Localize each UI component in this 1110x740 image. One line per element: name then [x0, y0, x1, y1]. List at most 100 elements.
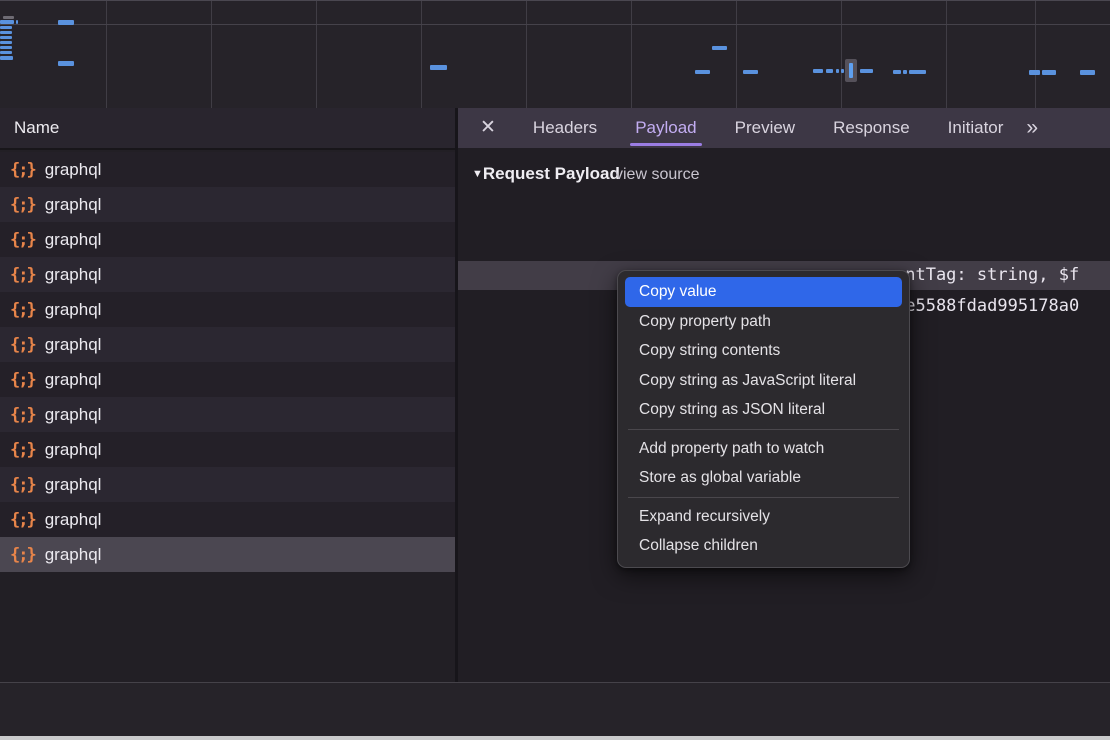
json-braces-icon: {;}: [10, 510, 35, 530]
menu-item-copy-value[interactable]: Copy value: [625, 277, 902, 307]
json-braces-icon: {;}: [10, 230, 35, 250]
timeline-gridline: [841, 1, 842, 109]
timeline-gridline: [526, 1, 527, 109]
collapse-triangle-icon[interactable]: ▼: [472, 168, 483, 180]
request-row[interactable]: {;} graphql: [0, 187, 455, 222]
request-name: graphql: [45, 475, 102, 495]
tab-headers[interactable]: Headers: [514, 108, 616, 148]
waterfall-bar: [1080, 70, 1095, 75]
waterfall-bar: [826, 69, 833, 73]
waterfall-bar: [909, 70, 926, 74]
waterfall-bar: [0, 31, 12, 34]
waterfall-bar: [893, 70, 901, 74]
close-icon[interactable]: ✕: [480, 108, 496, 148]
request-row[interactable]: {;} graphql: [0, 257, 455, 292]
waterfall-bar: [0, 56, 13, 60]
request-row[interactable]: {;} graphql: [0, 152, 455, 187]
payload-root-row[interactable]: ▼ {operationName: "ipFlowTimeseries", va…: [458, 201, 1110, 229]
json-braces-icon: {;}: [10, 405, 35, 425]
waterfall-bar: [1029, 70, 1040, 75]
waterfall-bar: [0, 41, 12, 44]
json-braces-icon: {;}: [10, 265, 35, 285]
waterfall-bar-gray: [3, 16, 14, 19]
json-braces-icon: {;}: [10, 160, 35, 180]
request-row[interactable]: {;} graphql: [0, 327, 455, 362]
waterfall-bar: [0, 51, 12, 54]
waterfall-bar: [16, 20, 18, 24]
waterfall-bar: [860, 69, 873, 73]
request-row[interactable]: {;} graphql: [0, 397, 455, 432]
tab-initiator[interactable]: Initiator: [929, 108, 1023, 148]
request-name: graphql: [45, 265, 102, 285]
requests-pane: Name {;}graphql{;}graphql{;}graphql{;}gr…: [0, 108, 455, 683]
request-name: graphql: [45, 545, 102, 565]
waterfall-bar: [695, 70, 710, 74]
network-overview-timeline[interactable]: [0, 0, 1110, 108]
request-row[interactable]: {;}graphql: [0, 292, 455, 327]
menu-item-copy-string-contents[interactable]: Copy string contents: [625, 336, 902, 366]
devtools-window: Name {;}graphql{;}graphql{;}graphql{;}gr…: [0, 0, 1110, 740]
name-column-header[interactable]: Name: [0, 108, 455, 150]
menu-item-copy-property-path[interactable]: Copy property path: [625, 307, 902, 337]
waterfall-bar: [0, 26, 12, 29]
waterfall-bar: [58, 61, 74, 66]
request-name: graphql: [45, 160, 102, 180]
waterfall-bar: [813, 69, 823, 73]
request-payload-section-header[interactable]: ▼Request Payload: [472, 164, 620, 184]
menu-item-expand-recursively[interactable]: Expand recursively: [625, 502, 902, 532]
request-name: graphql: [45, 300, 102, 320]
menu-item-store-as-global-variable[interactable]: Store as global variable: [625, 463, 902, 493]
operation-name-row[interactable]: operationName: "ipFlowTimeseries": [458, 232, 1110, 260]
json-braces-icon: {;}: [10, 440, 35, 460]
tab-preview[interactable]: Preview: [716, 108, 814, 148]
summary-footer: [0, 683, 1110, 736]
json-braces-icon: {;}: [10, 475, 35, 495]
waterfall-bar: [430, 65, 447, 70]
request-row[interactable]: {;} graphql: [0, 222, 455, 257]
requests-list: {;} graphql {;} graphql {;} graphql {;} graphql…: [0, 152, 455, 572]
menu-item-add-property-path-to-watch[interactable]: Add property path to watch: [625, 434, 902, 464]
timeline-hover-tick: [849, 63, 853, 78]
waterfall-bar: [0, 46, 12, 49]
menu-separator: [628, 429, 899, 430]
menu-separator: [628, 497, 899, 498]
inspector-tabbar: ✕ HeadersPayloadPreviewResponseInitiator…: [458, 108, 1110, 148]
inspector-tabs: HeadersPayloadPreviewResponseInitiator: [514, 108, 1022, 148]
menu-item-copy-string-as-javascript-literal[interactable]: Copy string as JavaScript literal: [625, 366, 902, 396]
waterfall-bar: [58, 20, 74, 25]
request-row[interactable]: {;}graphql: [0, 537, 455, 572]
request-name: graphql: [45, 370, 102, 390]
timeline-gridline: [316, 1, 317, 109]
request-name: graphql: [45, 230, 102, 250]
waterfall-bar: [1042, 70, 1056, 75]
request-name: graphql: [45, 195, 102, 215]
page-edge: [0, 736, 1110, 740]
menu-item-copy-string-as-json-literal[interactable]: Copy string as JSON literal: [625, 395, 902, 425]
property-value-right: ee5588fdad995178a0: [895, 292, 1079, 320]
more-tabs-icon[interactable]: »: [1026, 116, 1036, 140]
view-source-link[interactable]: view source: [615, 166, 699, 184]
request-name: graphql: [45, 405, 102, 425]
request-row[interactable]: {;}graphql: [0, 362, 455, 397]
request-row[interactable]: {;}graphql: [0, 432, 455, 467]
section-title: Request Payload: [483, 164, 620, 183]
property-value-right: untTag: string, $f: [895, 261, 1079, 290]
timeline-gridline: [106, 1, 107, 109]
request-row[interactable]: {;} graphql: [0, 467, 455, 502]
timeline-gridline: [421, 1, 422, 109]
request-row[interactable]: {;} graphql: [0, 502, 455, 537]
timeline-hairline: [0, 24, 1110, 25]
waterfall-bar: [743, 70, 758, 74]
json-braces-icon: {;}: [10, 195, 35, 215]
request-name: graphql: [45, 335, 102, 355]
tab-response[interactable]: Response: [814, 108, 929, 148]
tab-payload[interactable]: Payload: [616, 108, 715, 148]
timeline-gridline: [736, 1, 737, 109]
timeline-gridline: [631, 1, 632, 109]
waterfall-bar: [841, 69, 844, 73]
waterfall-bar: [836, 69, 839, 73]
timeline-gridline: [211, 1, 212, 109]
json-braces-icon: {;}: [10, 335, 35, 355]
request-name: graphql: [45, 510, 102, 530]
menu-item-collapse-children[interactable]: Collapse children: [625, 531, 902, 561]
